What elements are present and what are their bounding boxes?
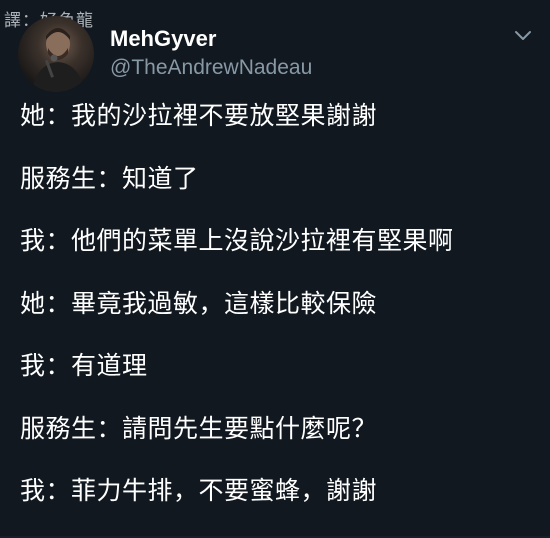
tweet-line: 我：有道理: [20, 351, 148, 380]
user-handle[interactable]: @TheAndrewNadeau: [110, 56, 312, 80]
tweet-line: 我：他們的菜單上沒說沙拉裡有堅果啊: [20, 226, 454, 255]
tweet-line: 服務生：知道了: [20, 163, 199, 193]
profile-photo-icon: [32, 28, 84, 92]
tweet-line: 服務生：請問先生要點什麼呢？: [20, 413, 378, 443]
tweet-header: MehGyver @TheAndrewNadeau: [18, 14, 538, 94]
chevron-down-icon[interactable]: [512, 24, 534, 46]
tweet-line: 我：菲力牛排，不要蜜蜂，謝謝: [20, 476, 378, 505]
tweet-line: 她：畢竟我過敏，這樣比較保險: [20, 288, 378, 318]
avatar[interactable]: [18, 16, 94, 92]
display-name[interactable]: MehGyver: [110, 26, 216, 52]
tweet-line: 她：我的沙拉裡不要放堅果謝謝: [20, 101, 378, 130]
tweet-body: 她：我的沙拉裡不要放堅果謝謝 服務生：知道了 我：他們的菜單上沒說沙拉裡有堅果啊…: [20, 100, 540, 538]
